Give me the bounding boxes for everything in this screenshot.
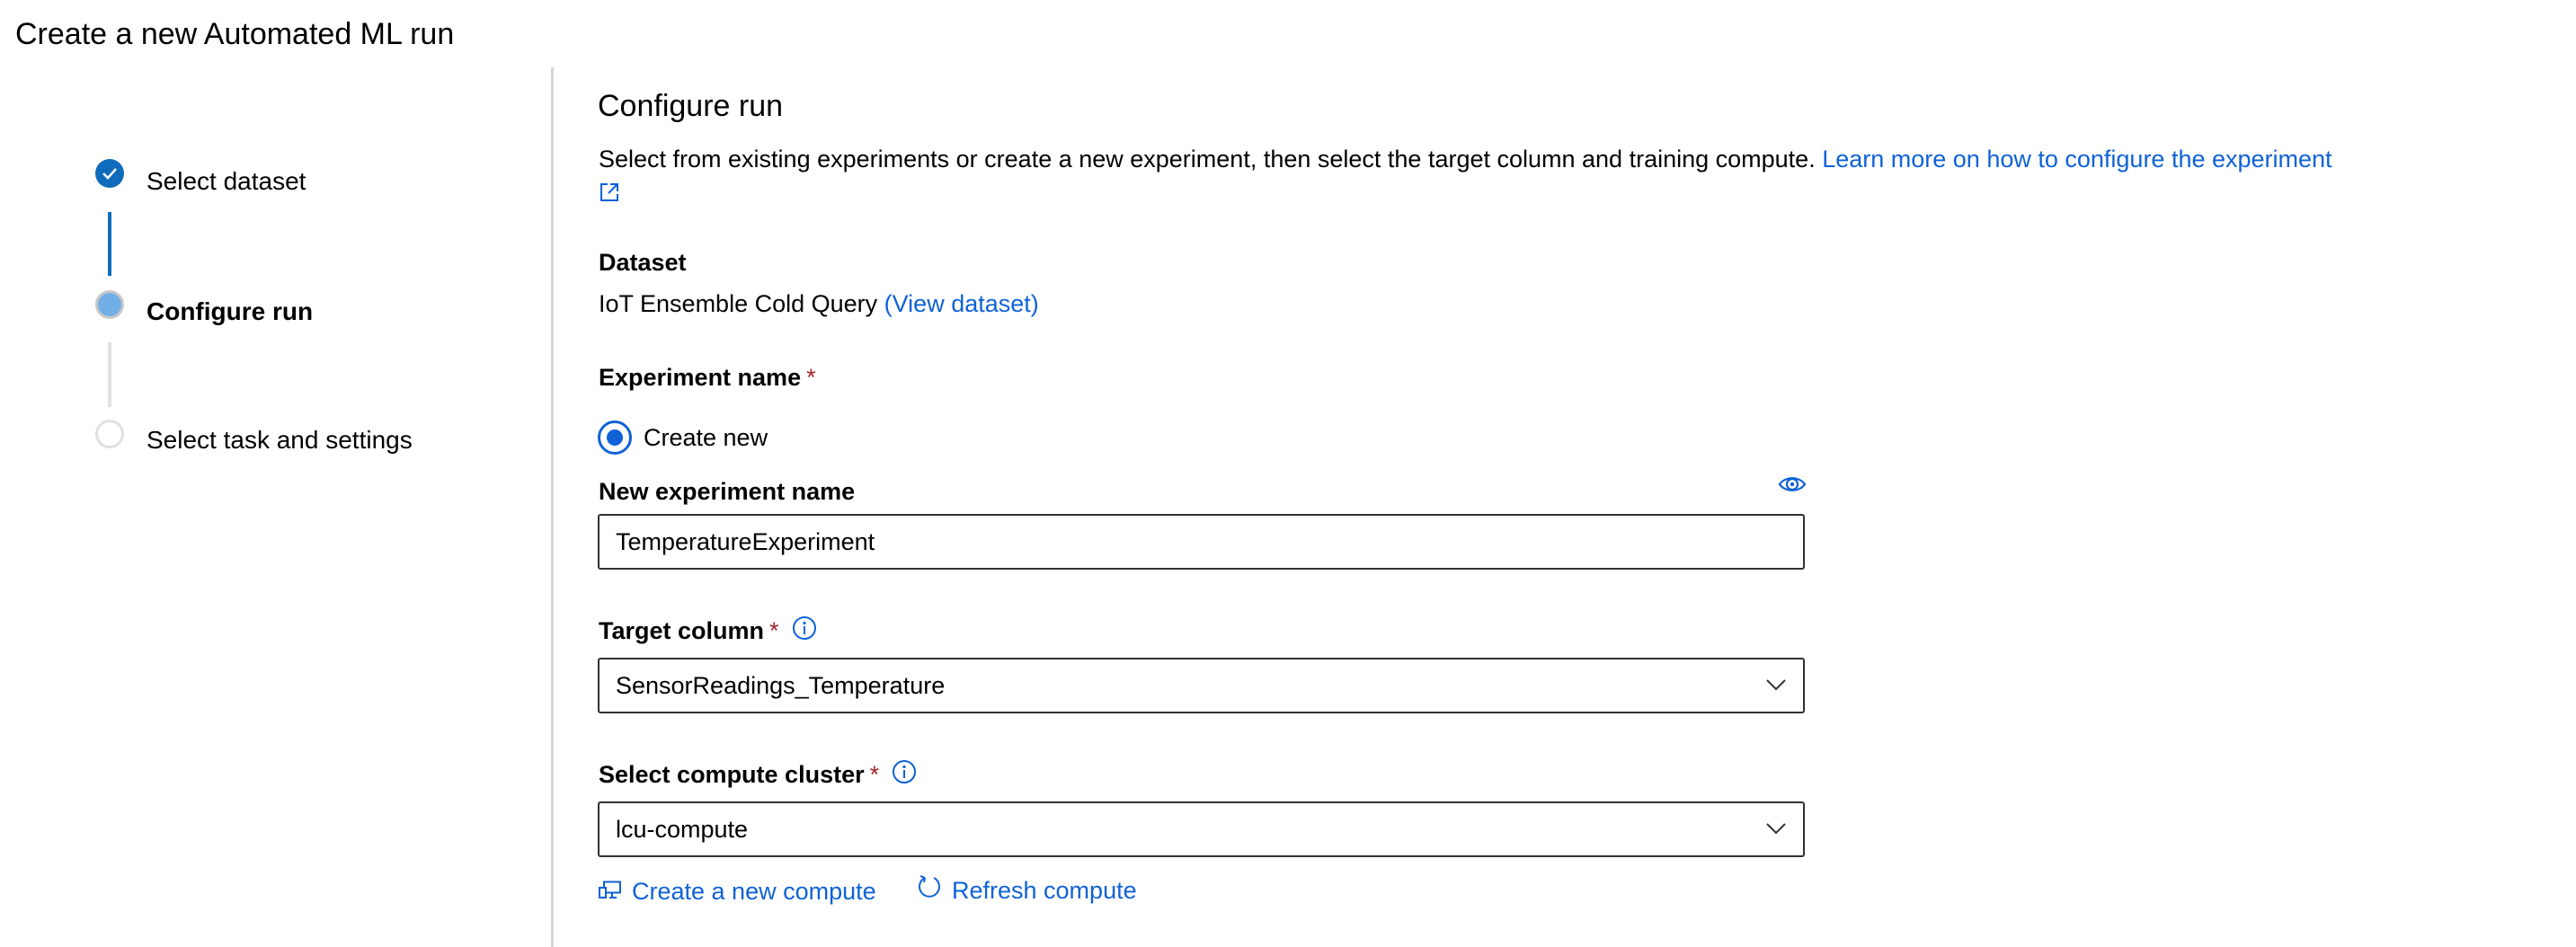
target-column-selected: SensorReadings_Temperature bbox=[616, 672, 946, 699]
step-pending-icon bbox=[95, 420, 124, 448]
step-select-task-settings[interactable]: Select task and settings bbox=[147, 422, 413, 458]
info-icon[interactable] bbox=[892, 759, 917, 793]
experiment-name-label-text: Experiment name bbox=[599, 364, 802, 391]
create-new-radio-label[interactable]: Create new bbox=[644, 420, 768, 455]
panel-divider bbox=[551, 67, 554, 947]
compute-cluster-dropdown[interactable]: lcu-compute bbox=[598, 801, 1805, 857]
dataset-name: IoT Ensemble Cold Query bbox=[599, 290, 878, 317]
section-heading: Configure run bbox=[598, 89, 784, 123]
page-title: Create a new Automated ML run bbox=[15, 17, 455, 51]
compute-cluster-selected: lcu-compute bbox=[616, 816, 749, 843]
refresh-icon bbox=[916, 873, 943, 905]
experiment-name-value: TemperatureExperiment bbox=[616, 528, 875, 555]
chevron-down-icon bbox=[1765, 677, 1787, 696]
create-compute-label[interactable]: Create a new compute bbox=[632, 874, 876, 908]
step-connector-completed bbox=[108, 212, 111, 276]
dataset-label: Dataset bbox=[599, 249, 687, 276]
step-current-icon bbox=[95, 290, 124, 319]
step-configure-run[interactable]: Configure run bbox=[147, 294, 313, 330]
section-description: Select from existing experiments or crea… bbox=[599, 142, 2332, 176]
view-dataset-link[interactable]: (View dataset) bbox=[884, 290, 1039, 317]
required-asterisk: * bbox=[769, 617, 779, 644]
external-link-icon[interactable] bbox=[600, 182, 619, 207]
eye-icon[interactable] bbox=[1778, 474, 1807, 499]
step-connector-pending bbox=[108, 342, 111, 407]
target-column-label-text: Target column bbox=[599, 617, 765, 644]
radio-selected-dot bbox=[607, 429, 623, 446]
target-column-label: Target column * bbox=[599, 614, 817, 650]
info-icon[interactable] bbox=[792, 615, 817, 650]
required-asterisk: * bbox=[806, 364, 816, 391]
step-completed-check-icon bbox=[95, 159, 124, 188]
compute-cluster-label: Select compute cluster * bbox=[599, 757, 917, 793]
dataset-row: IoT Ensemble Cold Query (View dataset) bbox=[599, 287, 1039, 321]
new-experiment-name-label: New experiment name bbox=[599, 478, 856, 505]
required-asterisk: * bbox=[869, 761, 880, 788]
refresh-compute-label[interactable]: Refresh compute bbox=[952, 873, 1137, 907]
step-select-dataset[interactable]: Select dataset bbox=[147, 164, 306, 199]
experiment-name-input[interactable]: TemperatureExperiment bbox=[598, 514, 1805, 570]
computer-icon bbox=[599, 881, 622, 905]
experiment-name-label: Experiment name * bbox=[599, 360, 816, 394]
target-column-dropdown[interactable]: SensorReadings_Temperature bbox=[598, 658, 1805, 713]
compute-cluster-label-text: Select compute cluster bbox=[599, 761, 865, 788]
create-new-radio[interactable] bbox=[598, 420, 632, 455]
chevron-down-icon bbox=[1765, 821, 1787, 840]
description-text: Select from existing experiments or crea… bbox=[599, 146, 1816, 173]
learn-more-link[interactable]: Learn more on how to configure the exper… bbox=[1822, 146, 2332, 173]
